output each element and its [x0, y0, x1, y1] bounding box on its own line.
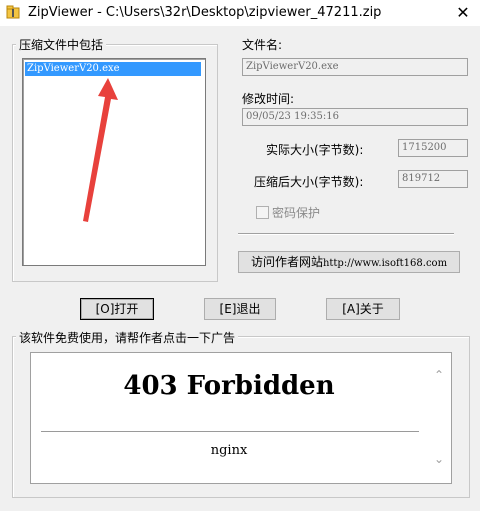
- open-button[interactable]: [O]打开: [80, 298, 154, 320]
- exit-button[interactable]: [E]退出: [204, 298, 276, 320]
- visit-website-button[interactable]: 访问作者网站http://www.isoft168.com: [238, 251, 460, 273]
- close-button[interactable]: ✕: [452, 2, 474, 24]
- compressed-size-label: 压缩后大小(字节数):: [254, 175, 364, 189]
- modified-field[interactable]: 09/05/23 19:35:16: [242, 108, 468, 126]
- ad-web-frame[interactable]: 403 Forbidden nginx ⌃ ⌄: [30, 352, 452, 484]
- visit-website-url: http://www.isoft168.com: [322, 258, 448, 269]
- actual-size-label: 实际大小(字节数):: [266, 143, 364, 157]
- filename-label: 文件名:: [242, 38, 283, 52]
- server-footer: nginx: [210, 443, 248, 458]
- divider: [238, 233, 454, 235]
- zip-folder-icon: [6, 5, 20, 19]
- visit-website-prefix: 访问作者网站: [250, 255, 323, 269]
- password-label: 密码保护: [272, 206, 321, 220]
- red-arrow: [83, 78, 118, 222]
- compressed-size-field[interactable]: 819712: [398, 170, 468, 188]
- about-button[interactable]: [A]关于: [326, 298, 400, 320]
- scroll-up-icon[interactable]: ⌃: [431, 367, 447, 383]
- password-checkbox[interactable]: [256, 206, 269, 219]
- filename-field[interactable]: ZipViewerV20.exe: [242, 58, 468, 76]
- window-title: ZipViewer - C:\Users\32r\Desktop\zipview…: [28, 5, 382, 20]
- ad-group-label: 该软件免费使用，请帮作者点击一下广告: [16, 329, 239, 346]
- title-bar: ZipViewer - C:\Users\32r\Desktop\zipview…: [0, 0, 480, 26]
- archive-contents-label: 压缩文件中包括: [16, 36, 107, 53]
- close-icon: ✕: [456, 3, 470, 22]
- modified-label: 修改时间:: [242, 92, 295, 106]
- error-divider: [41, 431, 419, 432]
- actual-size-field[interactable]: 1715200: [398, 139, 468, 157]
- error-heading: 403 Forbidden: [123, 371, 335, 401]
- scroll-down-icon[interactable]: ⌄: [431, 451, 447, 467]
